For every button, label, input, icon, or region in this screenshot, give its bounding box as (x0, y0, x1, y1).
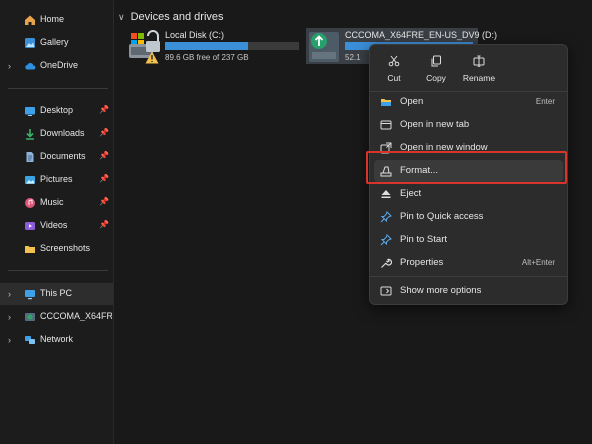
videos-icon (25, 222, 35, 230)
chevron-right-icon[interactable]: › (8, 61, 11, 71)
copy-button[interactable]: Copy (416, 53, 456, 87)
wrench-icon (381, 258, 392, 268)
sidebar-item-desktop[interactable]: Desktop 📌 (0, 100, 113, 122)
sidebar-item-documents[interactable]: Documents 📌 (0, 146, 113, 168)
sidebar-item-pictures[interactable]: Pictures 📌 (0, 169, 113, 191)
sidebar-item-label: Screenshots (40, 243, 91, 253)
scissors-icon (388, 55, 400, 67)
storage-bar (165, 42, 299, 50)
home-icon (25, 15, 35, 25)
menu-item-label: Pin to Start (400, 234, 447, 245)
network-icon (25, 336, 35, 344)
sidebar-item-label: Network (40, 334, 74, 344)
section-header-devices[interactable]: ∨ Devices and drives (118, 11, 224, 23)
chevron-right-icon[interactable]: › (8, 335, 11, 345)
menu-item-label: Open (400, 96, 424, 107)
new-tab-icon (380, 120, 392, 130)
menu-item-label: Eject (400, 188, 422, 199)
pin-icon: 📌 (99, 174, 109, 183)
sidebar-item-network[interactable]: › Network (0, 329, 113, 351)
drive-free-space: 52.1 (345, 53, 361, 62)
cut-label: Cut (387, 73, 401, 83)
sidebar-item-usb-drive[interactable]: › CCCOMA_X64FRE_ (0, 306, 113, 328)
drive-name: CCCOMA_X64FRE_EN-US_DV9 (D:) (345, 30, 498, 40)
sidebar-item-label: Documents (40, 151, 86, 161)
sidebar-divider (8, 88, 108, 89)
pin-icon (380, 211, 392, 223)
drive-free-space: 89.6 GB free of 237 GB (165, 53, 249, 62)
copy-icon (431, 55, 441, 67)
sidebar-item-downloads[interactable]: Downloads 📌 (0, 123, 113, 145)
menu-item-label: Pin to Quick access (400, 211, 484, 222)
rename-label: Rename (462, 73, 496, 83)
menu-item-open[interactable]: Open Enter (374, 91, 563, 113)
gallery-icon (25, 38, 35, 48)
usb-drive-icon (25, 313, 35, 321)
pin-start-icon (380, 234, 392, 246)
chevron-right-icon[interactable]: › (8, 312, 11, 322)
chevron-down-icon[interactable]: ∨ (118, 12, 125, 23)
sidebar-item-screenshots[interactable]: Screenshots (0, 238, 113, 260)
download-icon (26, 129, 34, 140)
menu-item-properties[interactable]: Properties Alt+Enter (374, 252, 563, 274)
sidebar-item-label: This PC (40, 288, 73, 298)
folder-icon (25, 246, 35, 253)
sidebar-item-label: Gallery (40, 37, 69, 47)
pin-icon: 📌 (99, 105, 109, 114)
menu-item-label: Show more options (400, 285, 482, 296)
sidebar-item-home[interactable]: Home (0, 9, 113, 31)
warning-icon (145, 51, 159, 64)
chevron-right-icon[interactable]: › (8, 289, 11, 299)
more-options-icon (380, 286, 392, 296)
menu-item-open-new-tab[interactable]: Open in new tab (374, 114, 563, 136)
cloud-icon (25, 62, 36, 70)
menu-item-shortcut: Enter (535, 97, 555, 106)
sidebar-item-label: Home (40, 14, 65, 24)
menu-item-show-more-options[interactable]: Show more options (374, 280, 563, 302)
menu-item-pin-start[interactable]: Pin to Start (374, 229, 563, 251)
sidebar-item-label: CCCOMA_X64FRE_ (40, 311, 112, 321)
menu-item-eject[interactable]: Eject (374, 183, 563, 205)
menu-separator (370, 276, 567, 277)
storage-bar-fill (165, 42, 249, 50)
sidebar-item-this-pc[interactable]: › This PC (0, 283, 113, 305)
sidebar-item-onedrive[interactable]: › OneDrive (0, 55, 113, 77)
pin-icon: 📌 (99, 220, 109, 229)
menu-item-pin-quick-access[interactable]: Pin to Quick access (374, 206, 563, 228)
music-icon (25, 198, 35, 208)
pin-icon: 📌 (99, 151, 109, 160)
desktop-icon (25, 107, 35, 116)
navigation-pane: Home Gallery › OneDrive Desktop 📌 Downlo… (0, 0, 114, 444)
drive-c-tile[interactable]: Local Disk (C:) 89.6 GB free of 237 GB (128, 30, 308, 66)
menu-item-shortcut: Alt+Enter (521, 258, 555, 267)
sidebar-item-label: Desktop (40, 105, 74, 115)
eject-icon (381, 190, 391, 198)
sidebar-divider (8, 270, 108, 271)
format-highlight-box (366, 151, 567, 184)
pc-icon (25, 290, 35, 300)
sidebar-item-videos[interactable]: Videos 📌 (0, 215, 113, 237)
sidebar-item-label: OneDrive (40, 60, 79, 70)
pictures-icon (25, 176, 35, 184)
sidebar-item-label: Music (40, 197, 64, 207)
menu-item-label: Properties (400, 257, 444, 268)
sidebar-item-music[interactable]: Music 📌 (0, 192, 113, 214)
cut-button[interactable]: Cut (374, 53, 414, 87)
copy-label: Copy (426, 73, 446, 83)
sidebar-item-gallery[interactable]: Gallery (0, 32, 113, 54)
menu-item-label: Open in new tab (400, 119, 470, 130)
pin-icon: 📌 (99, 128, 109, 137)
documents-icon (26, 152, 34, 162)
sidebar-item-label: Videos (40, 220, 68, 230)
usb-drive-icon (309, 32, 339, 62)
drive-name: Local Disk (C:) (165, 30, 225, 40)
pin-icon: 📌 (99, 197, 109, 206)
section-title: Devices and drives (130, 11, 224, 23)
rename-icon (473, 55, 485, 67)
sidebar-item-label: Pictures (40, 174, 73, 184)
rename-button[interactable]: Rename (459, 53, 499, 87)
sidebar-item-label: Downloads (40, 128, 85, 138)
folder-open-icon (381, 99, 391, 106)
